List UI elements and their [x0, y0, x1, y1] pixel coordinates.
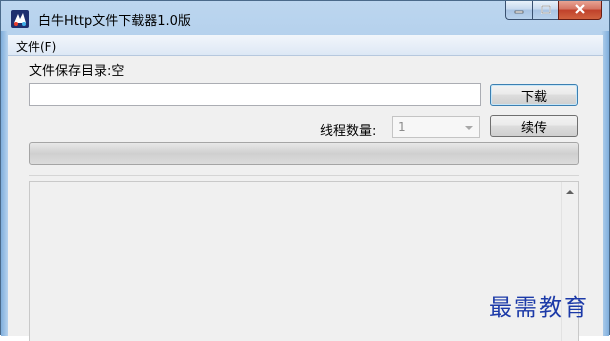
chevron-down-icon — [465, 126, 473, 130]
scroll-up-icon[interactable] — [566, 190, 574, 194]
window-title: 白牛Http文件下载器1.0版 — [38, 14, 191, 29]
thread-count-label: 线程数量: — [320, 124, 377, 139]
caption-buttons — [505, 1, 602, 21]
thread-count-value: 1 — [398, 120, 406, 134]
menu-file[interactable]: 文件(F) — [16, 38, 56, 55]
thread-count-select[interactable]: 1 — [392, 116, 480, 138]
url-input[interactable] — [29, 83, 481, 106]
watermark-text: 最需教育 — [489, 295, 589, 321]
minimize-icon — [514, 3, 524, 17]
window-border-left — [1, 31, 8, 336]
download-button[interactable]: 下载 — [490, 84, 578, 106]
app-logo-icon — [11, 10, 29, 28]
close-icon — [574, 3, 586, 17]
progress-bar — [29, 142, 579, 165]
maximize-icon — [540, 3, 551, 17]
resume-button[interactable]: 续传 — [490, 115, 578, 137]
maximize-button[interactable] — [532, 1, 558, 20]
title-bar[interactable]: 白牛Http文件下载器1.0版 — [1, 1, 610, 35]
menu-bar: 文件(F) — [8, 35, 603, 56]
save-directory-label: 文件保存目录:空 — [29, 64, 125, 79]
divider — [29, 175, 579, 176]
close-button[interactable] — [558, 1, 602, 20]
window-frame: 白牛Http文件下载器1.0版 文件(F) 文件保存目录:空 下载 线程数量: … — [0, 0, 610, 341]
minimize-button[interactable] — [505, 1, 532, 20]
